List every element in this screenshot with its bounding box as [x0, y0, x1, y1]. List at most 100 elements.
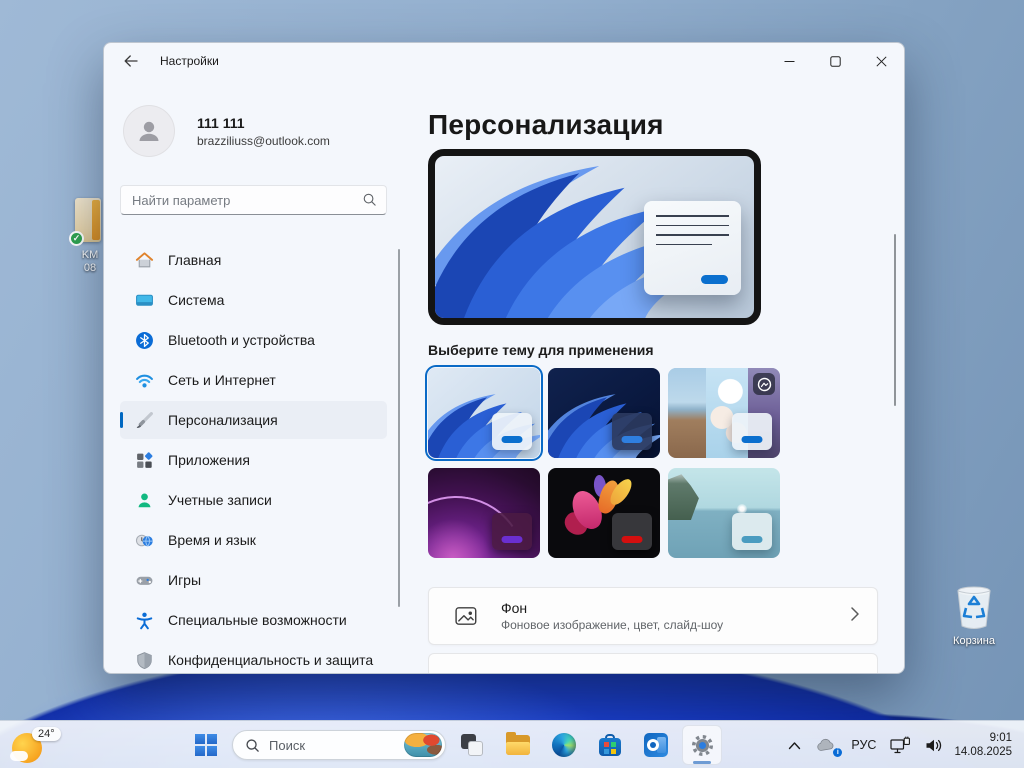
- sidebar-item-accounts[interactable]: Учетные записи: [120, 481, 387, 519]
- clock[interactable]: 9:01 14.08.2025: [950, 731, 1018, 759]
- card-title: Фон: [501, 600, 723, 616]
- sidebar-item-time-language[interactable]: Время и язык: [120, 521, 387, 559]
- system-icon: [134, 290, 154, 310]
- theme-tile-bloom-light[interactable]: [428, 368, 540, 458]
- microsoft-store-button[interactable]: [590, 725, 630, 765]
- edge-button[interactable]: [544, 725, 584, 765]
- apps-icon: [134, 450, 154, 470]
- speaker-icon: [925, 737, 943, 754]
- windows-spotlight-badge-icon: [753, 373, 775, 395]
- sidebar-item-label: Конфиденциальность и защита: [168, 652, 373, 668]
- sidebar-item-gaming[interactable]: Игры: [120, 561, 387, 599]
- sidebar-item-label: Главная: [168, 252, 221, 268]
- sidebar-item-system[interactable]: Система: [120, 281, 387, 319]
- main-content: Персонализация Выберите тему для примене…: [401, 79, 905, 674]
- chevron-up-icon: [788, 741, 801, 750]
- theme-tile-glow-purple[interactable]: [428, 468, 540, 558]
- desktop: ✓ KM 08 Корзина Настройки: [0, 0, 1024, 768]
- sidebar-item-label: Специальные возможности: [168, 612, 347, 628]
- onedrive-status-badge: i: [833, 748, 842, 757]
- close-icon: [876, 56, 887, 67]
- personalization-brush-icon: [134, 410, 154, 430]
- minimize-button[interactable]: [766, 43, 812, 79]
- account-row[interactable]: 111 111 brazziliuss@outlook.com: [123, 105, 401, 157]
- outlook-button[interactable]: [636, 725, 676, 765]
- theme-picker-label: Выберите тему для применения: [428, 342, 878, 358]
- sidebar: 111 111 brazziliuss@outlook.com: [104, 79, 401, 674]
- background-settings-card[interactable]: Фон Фоновое изображение, цвет, слайд-шоу: [428, 587, 878, 645]
- maximize-icon: [830, 56, 841, 67]
- recycle-bin-label: Корзина: [953, 635, 995, 648]
- sidebar-scrollbar[interactable]: [398, 249, 401, 607]
- recycle-bin[interactable]: Корзина: [936, 582, 1012, 648]
- theme-tile-bloom-dark[interactable]: [548, 368, 660, 458]
- window-title: Настройки: [160, 54, 219, 68]
- arrow-left-icon: [123, 53, 139, 69]
- bluetooth-icon: [134, 330, 154, 350]
- sidebar-item-home[interactable]: Главная: [120, 241, 387, 279]
- bing-daily-image: [404, 733, 442, 757]
- account-name: 111 111: [197, 115, 330, 131]
- privacy-shield-icon: [134, 650, 154, 670]
- network-globe-icon: [134, 370, 154, 390]
- close-button[interactable]: [858, 43, 904, 79]
- tray-expand-button[interactable]: [781, 727, 808, 763]
- sidebar-item-bluetooth[interactable]: Bluetooth и устройства: [120, 321, 387, 359]
- image-icon: [455, 605, 479, 627]
- edge-icon: [552, 733, 576, 757]
- windows-logo-icon: [195, 734, 217, 756]
- volume-tray-button[interactable]: [918, 727, 950, 763]
- content-scrollbar[interactable]: [894, 234, 897, 406]
- network-tray-button[interactable]: [883, 727, 918, 763]
- sidebar-item-accessibility[interactable]: Специальные возможности: [120, 601, 387, 639]
- weather-widget[interactable]: 24°: [10, 725, 66, 765]
- page-title: Персонализация: [428, 107, 878, 143]
- sidebar-item-label: Время и язык: [168, 532, 256, 548]
- preview-window-card: [644, 201, 741, 295]
- maximize-button[interactable]: [812, 43, 858, 79]
- accounts-icon: [134, 490, 154, 510]
- task-view-button[interactable]: [452, 725, 492, 765]
- taskbar-search[interactable]: Поиск: [232, 730, 446, 760]
- language-indicator[interactable]: РУС: [844, 727, 883, 763]
- sidebar-item-privacy[interactable]: Конфиденциальность и защита: [120, 641, 387, 674]
- colors-settings-card-partial[interactable]: [428, 653, 878, 674]
- sidebar-nav: Главная Система Bluetooth и устройства: [120, 241, 401, 674]
- theme-tile-flow-flower[interactable]: [548, 468, 660, 558]
- onedrive-tray-button[interactable]: i: [808, 727, 844, 763]
- sidebar-item-label: Учетные записи: [168, 492, 272, 508]
- tray-time: 9:01: [954, 731, 1012, 745]
- sidebar-item-personalization[interactable]: Персонализация: [120, 401, 387, 439]
- sidebar-item-apps[interactable]: Приложения: [120, 441, 387, 479]
- theme-grid: [428, 368, 780, 558]
- settings-app-button[interactable]: [682, 725, 722, 765]
- settings-window: Настройки: [103, 42, 905, 674]
- sidebar-item-label: Система: [168, 292, 224, 308]
- sidebar-item-label: Приложения: [168, 452, 250, 468]
- desktop-file-label: KM 08: [82, 249, 99, 275]
- theme-tile-spotlight-collage[interactable]: [668, 368, 780, 458]
- outlook-icon: [644, 733, 668, 757]
- ethernet-icon: [890, 736, 911, 754]
- tray-date: 14.08.2025: [954, 745, 1012, 759]
- settings-search-input[interactable]: [120, 185, 387, 215]
- sidebar-item-label: Персонализация: [168, 412, 278, 428]
- sync-check-badge-icon: ✓: [69, 231, 84, 246]
- start-button[interactable]: [186, 725, 226, 765]
- taskbar: 24° Поиск: [0, 720, 1024, 768]
- file-explorer-button[interactable]: [498, 725, 538, 765]
- theme-tile-sunrise-lake[interactable]: [668, 468, 780, 558]
- person-icon: [134, 116, 164, 146]
- store-icon: [598, 733, 622, 757]
- home-icon: [134, 250, 154, 270]
- task-view-icon: [460, 733, 484, 757]
- accessibility-icon: [134, 610, 154, 630]
- taskbar-search-placeholder: Поиск: [269, 738, 305, 753]
- search-icon: [245, 738, 260, 753]
- cloud-icon: [10, 751, 28, 761]
- back-button[interactable]: [114, 48, 148, 74]
- sidebar-item-network[interactable]: Сеть и Интернет: [120, 361, 387, 399]
- temperature-badge: 24°: [32, 727, 61, 741]
- gaming-icon: [134, 570, 154, 590]
- account-email: brazziliuss@outlook.com: [197, 134, 330, 148]
